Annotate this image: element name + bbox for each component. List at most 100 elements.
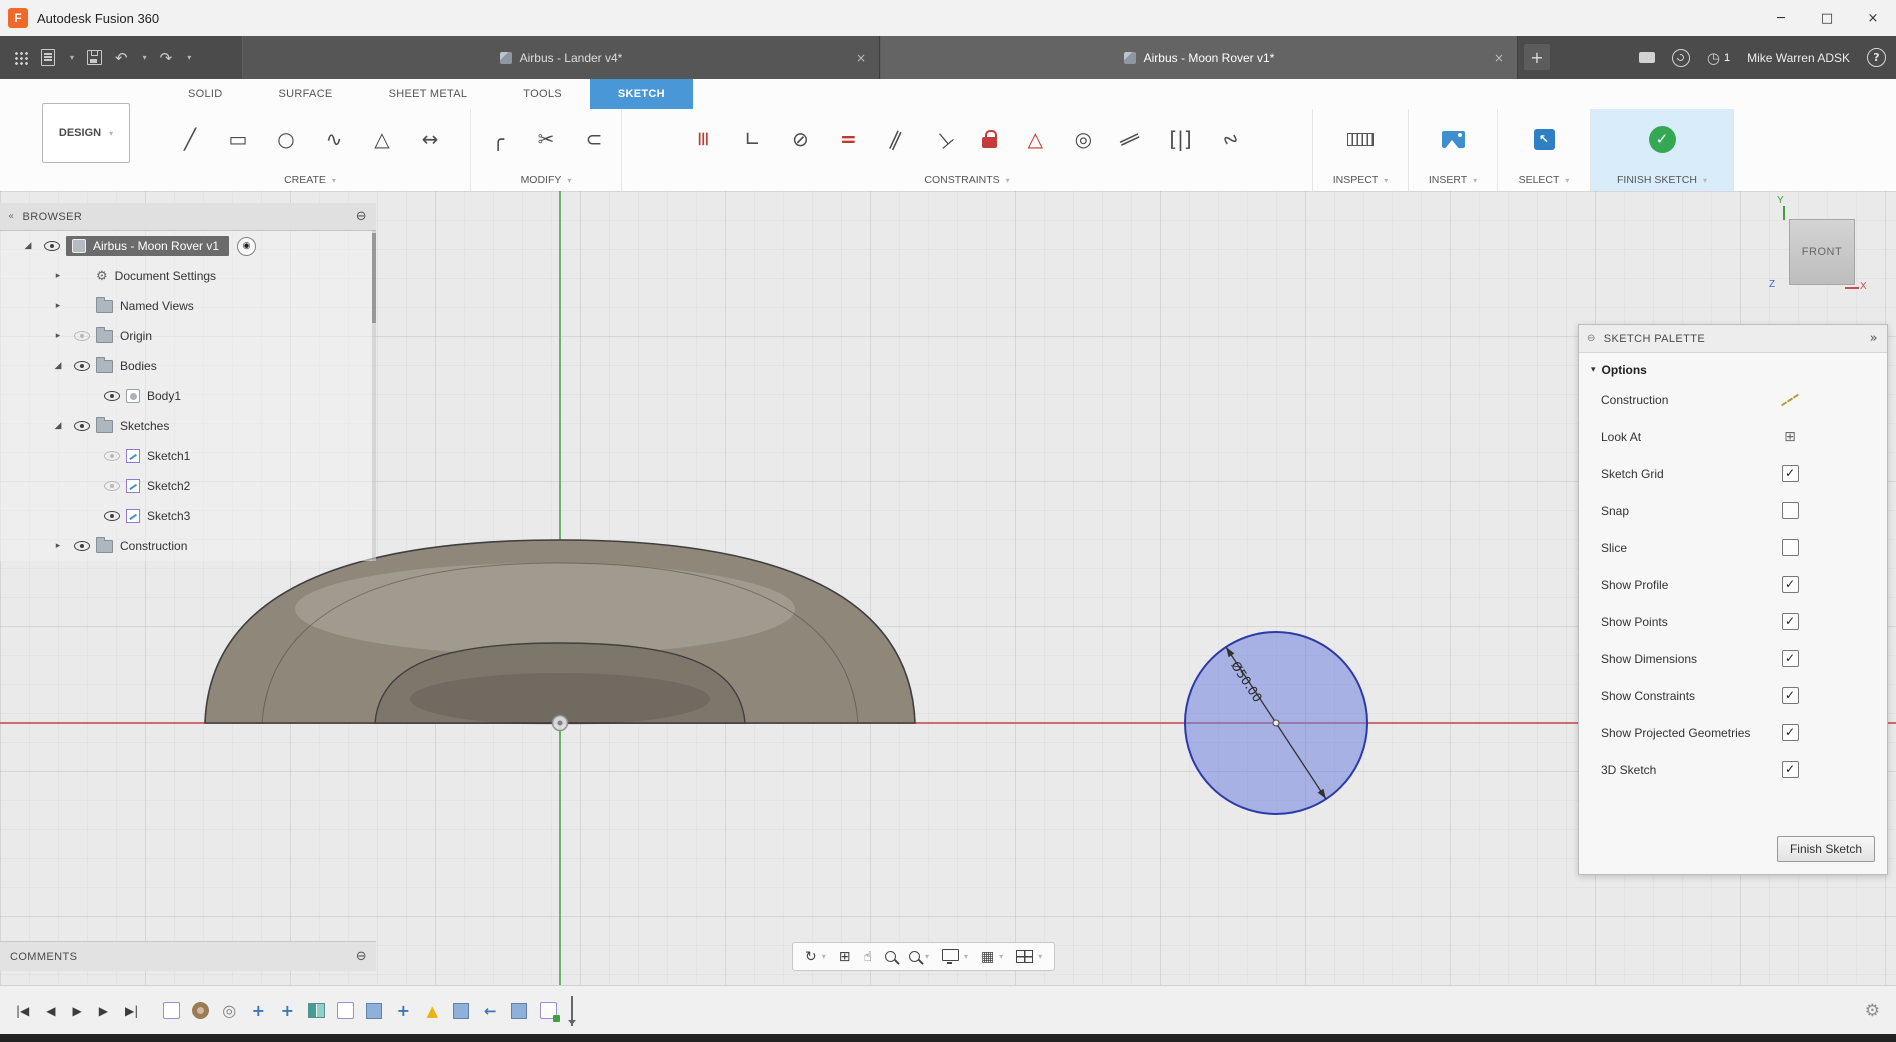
extensions-icon[interactable]: [1671, 48, 1690, 67]
pan-icon[interactable]: ☝: [863, 949, 872, 965]
go-to-start-icon[interactable]: |◀: [16, 1004, 29, 1018]
ribbon-tab-tools[interactable]: TOOLS: [495, 79, 590, 109]
display-settings-icon[interactable]: ▾: [942, 948, 968, 965]
sketch-dimension-icon[interactable]: ↔: [420, 127, 440, 151]
browser-item-sketch1[interactable]: Sketch1: [0, 441, 376, 471]
show-projected-geometries-checkbox[interactable]: ✓: [1781, 724, 1799, 741]
zoom-window-icon[interactable]: ▾: [909, 951, 929, 962]
fillet-icon[interactable]: ╭: [488, 127, 508, 151]
play-icon[interactable]: ▶: [73, 1004, 82, 1018]
expand-arrow-icon[interactable]: ▸: [48, 331, 68, 341]
ribbon-tab-sketch[interactable]: SKETCH: [589, 79, 693, 109]
insert-image-icon[interactable]: [1441, 130, 1465, 148]
expand-arrow-icon[interactable]: ◢: [48, 421, 68, 431]
document-tab-airbus-lander-v4[interactable]: Airbus - Lander v4* ×: [242, 36, 880, 79]
help-icon[interactable]: ?: [1867, 48, 1886, 67]
active-sketch-feature-icon[interactable]: [537, 1000, 560, 1022]
options-section-header[interactable]: ▾ Options: [1579, 353, 1887, 381]
coincident-constraint-icon[interactable]: ∟: [742, 127, 762, 151]
show-constraints-checkbox[interactable]: ✓: [1781, 687, 1799, 704]
user-name[interactable]: Mike Warren ADSK: [1747, 51, 1850, 65]
ribbon-tab-sheet-metal[interactable]: SHEET METAL: [361, 79, 496, 109]
group-dropdown-finish[interactable]: FINISH SKETCH ▾: [1591, 169, 1733, 191]
measure-icon[interactable]: [1347, 132, 1374, 146]
symmetry-constraint-icon[interactable]: [|]: [1169, 127, 1191, 151]
app-launcher-icon[interactable]: [14, 50, 28, 65]
construction-line-icon[interactable]: [1781, 393, 1799, 406]
finish-sketch-button[interactable]: Finish Sketch: [1776, 836, 1875, 862]
look-at-icon[interactable]: ⊞: [1784, 429, 1796, 445]
circle-icon[interactable]: ○: [276, 127, 296, 151]
fix-constraint-icon[interactable]: [982, 130, 998, 148]
file-new-icon[interactable]: [41, 49, 55, 66]
form-feature-icon[interactable]: [189, 1000, 211, 1022]
workspace-selector[interactable]: DESIGN ▾: [42, 103, 130, 163]
rectangle-icon[interactable]: ▭: [228, 127, 248, 151]
arrow-feature-icon[interactable]: ←: [479, 1000, 501, 1022]
expand-arrow-icon[interactable]: ◢: [18, 241, 38, 251]
minimize-panel-icon[interactable]: ⊖: [356, 209, 367, 224]
polygon-icon[interactable]: △: [372, 127, 392, 151]
browser-item-origin[interactable]: ▸ Origin: [0, 321, 376, 351]
comments-toggle-icon[interactable]: ⊖: [356, 949, 367, 964]
visibility-eye-icon[interactable]: [104, 511, 120, 521]
group-dropdown-constraints[interactable]: CONSTRAINTS ▾: [622, 169, 1312, 191]
expand-arrow-icon[interactable]: ▸: [48, 271, 68, 281]
ribbon-tab-surface[interactable]: SURFACE: [251, 79, 361, 109]
horizontal-vertical-constraint-icon[interactable]: ≡: [692, 129, 716, 149]
save-icon[interactable]: [87, 50, 103, 65]
browser-item-sketch2[interactable]: Sketch2: [0, 471, 376, 501]
undo-icon[interactable]: ↶: [115, 49, 128, 67]
visibility-eye-icon[interactable]: [74, 421, 90, 431]
maximize-button[interactable]: □: [1804, 0, 1850, 36]
redo-icon[interactable]: ↷: [160, 49, 173, 67]
tab-close-icon[interactable]: ×: [856, 51, 866, 65]
box-feature-icon[interactable]: [450, 1000, 472, 1022]
box-feature-icon[interactable]: [363, 1000, 385, 1022]
comments-bubble-icon[interactable]: [1638, 52, 1655, 63]
move-feature-icon[interactable]: +: [247, 1000, 269, 1022]
warning-feature-icon[interactable]: ▲: [421, 1000, 443, 1022]
browser-item-body1[interactable]: Body1: [0, 381, 376, 411]
trim-icon[interactable]: ✂: [536, 127, 556, 151]
tangent-constraint-icon[interactable]: ⊘: [790, 127, 810, 151]
expand-right-icon[interactable]: »: [1870, 331, 1878, 346]
visibility-eye-icon[interactable]: [44, 241, 60, 251]
concentric-constraint-icon[interactable]: ◎: [1073, 127, 1093, 151]
expand-arrow-icon[interactable]: ▸: [48, 541, 68, 551]
step-forward-icon[interactable]: ▶: [99, 1004, 108, 1018]
browser-item-construction[interactable]: ▸ Construction: [0, 531, 376, 561]
move-feature-icon[interactable]: +: [392, 1000, 414, 1022]
ribbon-tab-solid[interactable]: SOLID: [160, 79, 251, 109]
spline-icon[interactable]: ∿: [324, 127, 344, 151]
show-profile-checkbox[interactable]: ✓: [1781, 576, 1799, 593]
group-dropdown-create[interactable]: CREATE ▾: [150, 169, 470, 191]
move-feature-icon[interactable]: +: [276, 1000, 298, 1022]
box-feature-icon[interactable]: [508, 1000, 530, 1022]
expand-arrow-icon[interactable]: ◢: [48, 361, 68, 371]
look-at-icon[interactable]: ⊞: [839, 949, 851, 965]
sketch-circles-feature-icon[interactable]: ◎: [218, 1000, 240, 1022]
visibility-eye-icon[interactable]: [74, 361, 90, 371]
visibility-eye-icon[interactable]: [74, 331, 90, 341]
snap-checkbox[interactable]: [1781, 502, 1799, 519]
group-dropdown-inspect[interactable]: INSPECT ▾: [1313, 169, 1408, 191]
browser-item-airbus-moon-rover-v1[interactable]: ◢ Airbus - Moon Rover v1 ◉: [0, 231, 376, 261]
step-back-icon[interactable]: ◀: [46, 1004, 55, 1018]
browser-scrollbar-thumb[interactable]: [372, 233, 376, 323]
timeline-position-marker[interactable]: [568, 995, 577, 1026]
timeline-settings-gear-icon[interactable]: ⚙: [1865, 1001, 1880, 1021]
browser-item-bodies[interactable]: ◢ Bodies: [0, 351, 376, 381]
visibility-eye-icon[interactable]: [74, 541, 90, 551]
sketch-feature-icon[interactable]: [160, 1000, 182, 1022]
collapse-palette-icon[interactable]: ⊖: [1587, 333, 1596, 344]
go-to-end-icon[interactable]: ▶|: [125, 1004, 138, 1018]
select-icon[interactable]: [1533, 128, 1555, 150]
visibility-eye-icon[interactable]: [104, 391, 120, 401]
design-viewport[interactable]: Ø50.00 FRONT Y X Z « BROWSER ⊖ ◢ Airbus -…: [0, 191, 1896, 985]
visibility-eye-icon[interactable]: [104, 451, 120, 461]
finish-sketch-icon[interactable]: [1648, 125, 1676, 153]
circle-center-point[interactable]: [1272, 719, 1280, 727]
mirror-feature-icon[interactable]: [305, 1000, 327, 1022]
tab-close-icon[interactable]: ×: [1494, 51, 1504, 65]
